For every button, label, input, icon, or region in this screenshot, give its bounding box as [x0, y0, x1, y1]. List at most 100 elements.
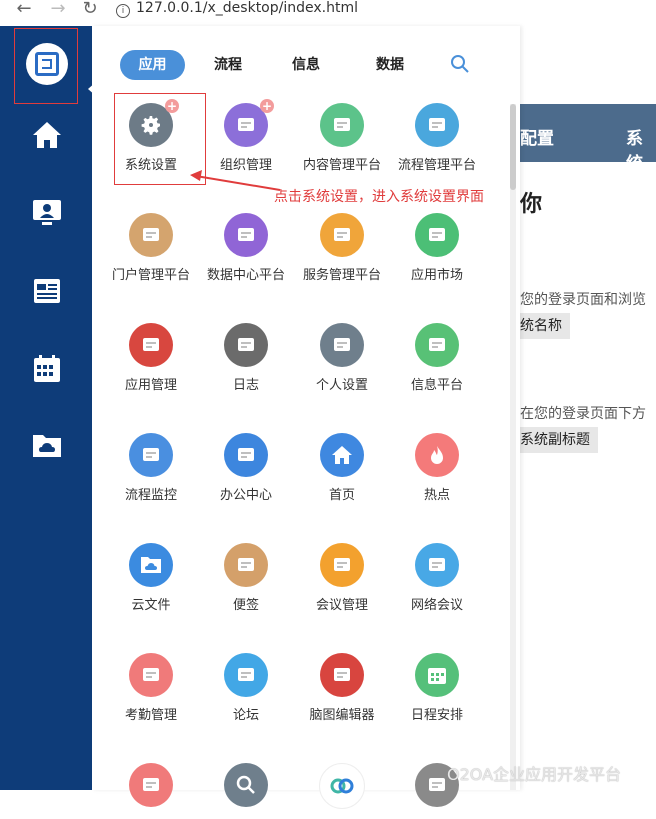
- user-settings-icon[interactable]: [320, 323, 364, 367]
- app-tile[interactable]: 考勤管理: [103, 653, 199, 724]
- app-label: 日程安排: [410, 708, 463, 723]
- app-tile[interactable]: 数据中心平台: [198, 213, 294, 284]
- note-icon[interactable]: [224, 543, 268, 587]
- app-tile[interactable]: 论坛: [198, 653, 294, 724]
- news-icon[interactable]: [30, 274, 64, 308]
- app-tile[interactable]: 热点: [389, 433, 485, 504]
- app-label: 便签: [232, 598, 259, 613]
- app-label: 数据中心平台: [206, 268, 285, 283]
- annotation-text: 点击系统设置，进入系统设置界面: [274, 189, 484, 205]
- description-line-2: 在您的登录页面下方: [520, 406, 646, 422]
- app-label: 流程监控: [124, 488, 177, 503]
- app-tile[interactable]: 应用市场: [389, 213, 485, 284]
- app-tile[interactable]: 流程管理平台: [389, 103, 485, 174]
- app-label: 会议管理: [315, 598, 368, 613]
- home-icon[interactable]: [30, 118, 64, 152]
- tab-info[interactable]: 信息: [286, 50, 326, 80]
- hand-icon[interactable]: [129, 653, 173, 697]
- forum-icon[interactable]: [224, 653, 268, 697]
- cloud-folder-icon[interactable]: [129, 543, 173, 587]
- service-icon[interactable]: [320, 213, 364, 257]
- app-label: 门户管理平台: [111, 268, 190, 283]
- search-icon[interactable]: [224, 763, 268, 807]
- back-arrow-icon[interactable]: ←: [14, 0, 34, 22]
- app-tile[interactable]: 门户管理平台: [103, 213, 199, 284]
- tab-process[interactable]: 流程: [208, 50, 248, 80]
- search-icon[interactable]: [450, 54, 470, 74]
- app-manage-icon[interactable]: [129, 323, 173, 367]
- info-platform-icon[interactable]: [415, 323, 459, 367]
- log-icon[interactable]: [224, 323, 268, 367]
- app-label: 首页: [328, 488, 355, 503]
- app-label: 内容管理平台: [302, 158, 381, 173]
- mindmap-icon[interactable]: [320, 653, 364, 697]
- app-menu-panel: 应用 流程 信息 数据 + 系统设置 + 组织管理 内容管理平台 流程管理平台 门户管理平台…: [92, 26, 520, 809]
- app-label: 应用市场: [410, 268, 463, 283]
- description-line-1: 您的登录页面和浏览: [520, 292, 646, 308]
- calendar-icon[interactable]: [415, 653, 459, 697]
- system-name-field[interactable]: 统名称: [520, 313, 570, 339]
- app-tile[interactable]: 信息平台: [389, 323, 485, 394]
- user-desktop-icon[interactable]: [30, 196, 64, 230]
- left-sidebar: [0, 26, 96, 790]
- app-tile[interactable]: 便签: [198, 543, 294, 614]
- cloud-folder-icon[interactable]: [30, 428, 64, 462]
- office-icon[interactable]: [224, 433, 268, 477]
- app-tile[interactable]: [103, 763, 199, 817]
- app-tile[interactable]: 办公中心: [198, 433, 294, 504]
- app-label: 信息平台: [410, 378, 463, 393]
- system-subtitle-field[interactable]: 系统副标题: [520, 427, 598, 453]
- app-tile[interactable]: 日程安排: [389, 653, 485, 724]
- header-item-config[interactable]: 配置: [520, 124, 554, 149]
- app-label: 日志: [232, 378, 259, 393]
- o2oa-logo-button[interactable]: [26, 43, 68, 85]
- app-tile[interactable]: 个人设置: [294, 323, 390, 394]
- app-tile[interactable]: 服务管理平台: [294, 213, 390, 284]
- app-label: 脑图编辑器: [309, 708, 375, 723]
- app-tile[interactable]: [198, 763, 294, 817]
- org-icon[interactable]: +: [224, 99, 274, 147]
- reload-icon[interactable]: ↻: [80, 0, 100, 22]
- tab-data[interactable]: 数据: [370, 50, 410, 80]
- annotation-arrow: [190, 170, 281, 191]
- app-tile[interactable]: 网络会议: [389, 543, 485, 614]
- scroll-thumb[interactable]: [510, 104, 516, 190]
- app-tile[interactable]: 脑图编辑器: [294, 653, 390, 724]
- watermark: O2OA企业应用开发平台: [447, 765, 622, 784]
- gauge-icon[interactable]: [129, 433, 173, 477]
- data-center-icon[interactable]: [224, 213, 268, 257]
- brain-icon[interactable]: [129, 763, 173, 807]
- address-bar[interactable]: i 127.0.0.1/x_desktop/index.html: [116, 0, 358, 18]
- process-icon[interactable]: [415, 103, 459, 147]
- link-icon[interactable]: [319, 763, 365, 809]
- app-label: 办公中心: [219, 488, 272, 503]
- app-label: 服务管理平台: [302, 268, 381, 283]
- app-tile[interactable]: [294, 763, 390, 819]
- browser-toolbar: ← → ↻ i 127.0.0.1/x_desktop/index.html: [0, 0, 656, 27]
- tab-apps[interactable]: 应用: [120, 50, 185, 80]
- app-tile[interactable]: 应用管理: [103, 323, 199, 394]
- app-label: 网络会议: [410, 598, 463, 613]
- portal-icon[interactable]: [129, 213, 173, 257]
- app-tile[interactable]: 云文件: [103, 543, 199, 614]
- fire-icon[interactable]: [415, 433, 459, 477]
- calendar-icon[interactable]: [30, 352, 64, 386]
- info-icon: i: [116, 4, 130, 18]
- scrollbar[interactable]: [510, 104, 516, 790]
- settings-page-background: 配置 系统 你 您的登录页面和浏览 统名称 在您的登录页面下方 系统副标题: [520, 26, 656, 790]
- home-icon[interactable]: [320, 433, 364, 477]
- app-tile[interactable]: 流程监控: [103, 433, 199, 504]
- logo-highlight-box: [14, 28, 78, 104]
- page-heading: 你: [520, 192, 543, 217]
- app-tile[interactable]: 日志: [198, 323, 294, 394]
- add-badge[interactable]: +: [260, 99, 274, 113]
- app-tile[interactable]: 首页: [294, 433, 390, 504]
- app-tile[interactable]: 会议管理: [294, 543, 390, 614]
- meeting-icon[interactable]: [320, 543, 364, 587]
- market-bag-icon[interactable]: [415, 213, 459, 257]
- forward-arrow-icon[interactable]: →: [48, 0, 68, 22]
- content-icon[interactable]: [320, 103, 364, 147]
- app-tile[interactable]: 内容管理平台: [294, 103, 390, 174]
- header-item-system[interactable]: 系统: [626, 124, 656, 174]
- web-meeting-icon[interactable]: [415, 543, 459, 587]
